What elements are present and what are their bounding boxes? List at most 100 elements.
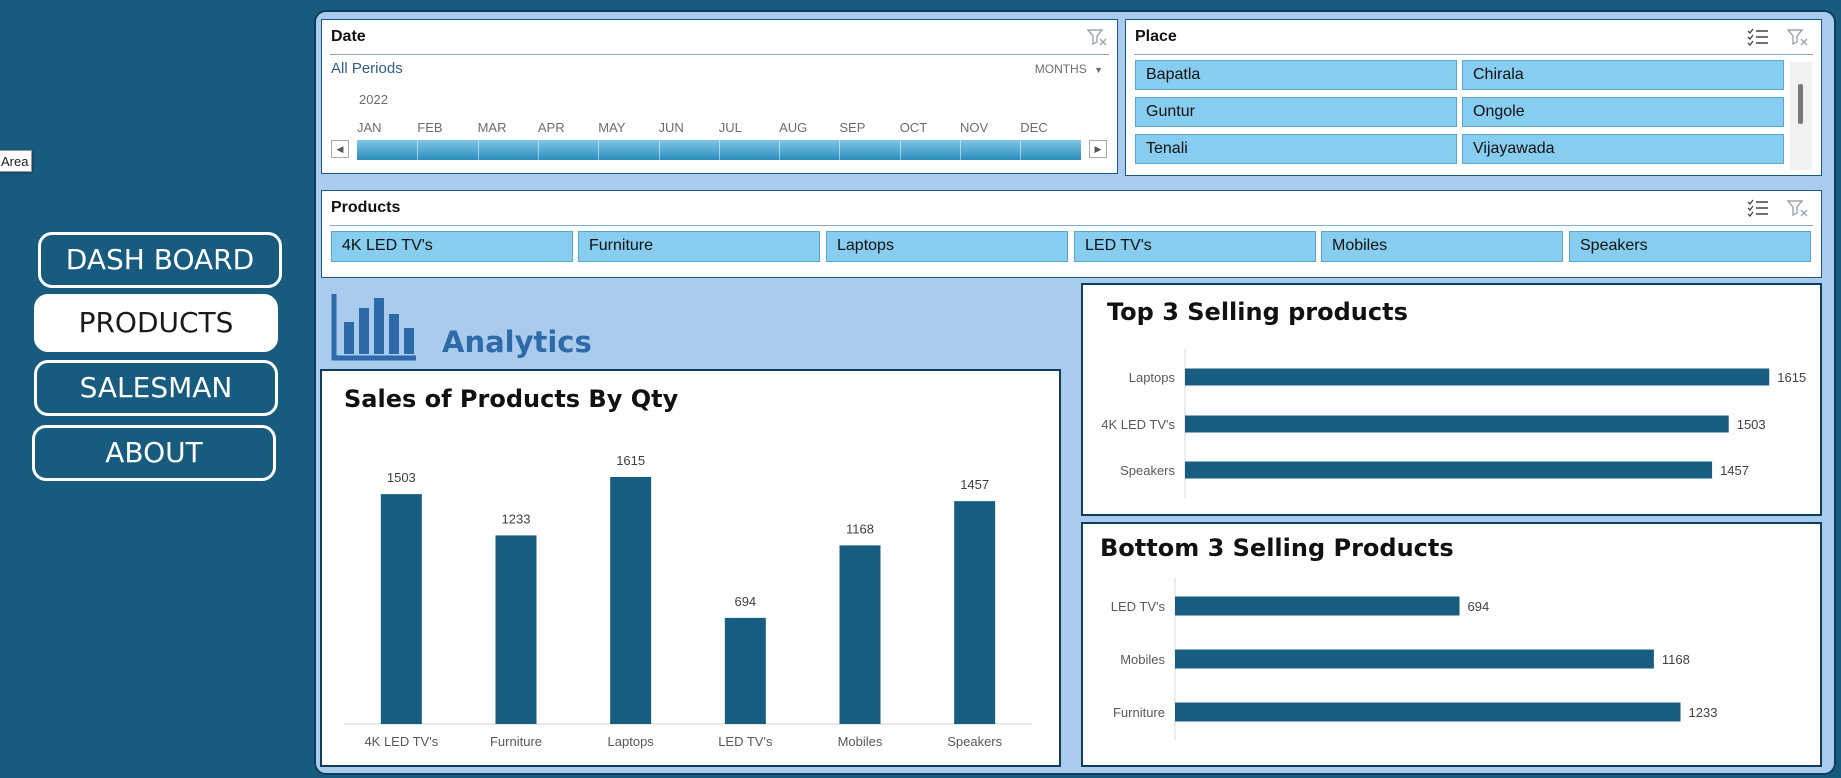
date-slicer-title: Date [331,28,366,45]
place-slicer: Place Bapatla Chirala Guntur Ongole Tena… [1125,19,1822,176]
month-tick [779,140,781,160]
time-level-label: MONTHS [1034,62,1087,76]
nav-products-button[interactable]: PRODUCTS [34,294,278,352]
place-chip[interactable]: Guntur [1135,97,1457,127]
month-tick [658,140,660,160]
month-tick [839,140,841,160]
place-slicer-divider [1134,54,1813,55]
clear-filter-icon[interactable] [1786,28,1809,51]
bar [495,535,537,724]
product-chip[interactable]: Laptops [826,231,1068,262]
analytics-logo-icon [330,292,418,367]
analytics-heading: Analytics [442,325,592,359]
tick-label: Speakers [947,734,1002,749]
place-chip[interactable]: Chirala [1462,60,1784,90]
date-slicer: Date All Periods MONTHS ▼ 2022 JAN FEB MAR… [321,19,1118,174]
product-chip[interactable]: 4K LED TV's [331,231,573,262]
month-label: AUG [779,120,808,135]
month-label: JUN [658,120,684,135]
data-label: 1503 [1737,417,1766,432]
bar [1185,415,1729,433]
bar [1175,649,1654,669]
bar [1175,702,1681,722]
nav-about-button[interactable]: ABOUT [32,425,276,481]
month-tick [960,140,961,160]
place-chip[interactable]: Bapatla [1135,60,1457,90]
month-label: DEC [1020,120,1048,135]
scrollbar-thumb[interactable] [1798,84,1803,124]
tick-label: Furniture [490,734,542,749]
month-label: MAY [598,120,626,135]
multi-select-icon[interactable] [1747,199,1769,222]
products-slicer-divider [330,225,1813,226]
month-tick [477,140,479,160]
tick-label: 4K LED TV's [364,734,438,749]
scrollbar[interactable] [1790,62,1812,170]
area-tag: Area [0,150,32,172]
nav-salesman-button[interactable]: SALESMAN [34,360,278,416]
month-tick [537,140,539,160]
data-label: 1457 [1720,463,1749,478]
month-tick [1020,140,1022,160]
tick-label: 4K LED TV's [1101,417,1175,432]
month-label: APR [537,120,565,135]
products-slicer-title: Products [331,199,401,216]
date-slicer-divider [330,54,1109,55]
top3-chart: 1615 Laptops 1503 4K LED TV's 1457 Speakers [1101,349,1806,498]
data-label: 1233 [502,511,531,526]
data-label: 1168 [1662,652,1690,667]
month-label: NOV [960,120,989,135]
clear-filter-icon[interactable] [1086,28,1107,51]
multi-select-icon[interactable] [1747,28,1769,51]
bar [1185,461,1713,479]
place-chip[interactable]: Ongole [1462,97,1784,127]
scroll-left-button[interactable]: ◀ [331,140,349,158]
data-label: 1457 [960,477,989,492]
scroll-right-button[interactable]: ▶ [1089,140,1107,158]
place-chip[interactable]: Vijayawada [1462,134,1784,164]
data-label: 1233 [1689,705,1718,720]
product-chip[interactable]: Furniture [578,231,820,262]
chevron-down-icon: ▼ [1094,65,1103,75]
nav-dashboard-button[interactable]: DASH BOARD [38,232,282,288]
month-tick [598,140,600,160]
month-label: MAR [477,120,507,135]
month-label: JAN [357,120,382,135]
data-label: 1168 [846,521,874,536]
bar [1185,368,1770,386]
place-slicer-title: Place [1135,28,1177,45]
bar [724,617,766,724]
sales-by-qty-chart: 1503 4K LED TV's 1233 Furniture 1615 Laptops 6… [344,453,1032,749]
tick-label: Laptops [608,734,655,749]
tick-label: Mobiles [1120,652,1165,667]
tick-label: LED TV's [718,734,773,749]
bottom3-card: Bottom 3 Selling Products 694 LED TV's 116… [1081,522,1822,767]
products-slicer: Products 4K LED TV's Furniture Laptops L… [321,190,1822,278]
sales-by-qty-card: Sales of Products By Qty 1503 4K LED TV's… [320,369,1061,767]
data-label: 694 [1468,599,1490,614]
top3-card: Top 3 Selling products 1615 Laptops 1503 4K… [1081,283,1822,516]
month-tick [417,140,419,160]
month-label: OCT [899,120,928,135]
tick-label: Furniture [1113,705,1165,720]
tick-label: Mobiles [838,734,883,749]
tick-label: LED TV's [1111,599,1166,614]
month-tick [718,140,720,160]
bar [839,545,881,724]
product-chip[interactable]: Speakers [1569,231,1811,262]
bar [1175,596,1460,616]
product-chip[interactable]: Mobiles [1321,231,1563,262]
data-label: 1503 [387,470,416,485]
data-label: 1615 [616,453,645,468]
month-label: JUL [718,120,742,135]
month-label: SEP [839,120,866,135]
data-label: 1615 [1777,370,1806,385]
tick-label: Laptops [1129,370,1176,385]
time-level-dropdown[interactable]: MONTHS ▼ [1035,62,1103,76]
place-chip[interactable]: Tenali [1135,134,1457,164]
bar [954,501,996,724]
month-tick [899,140,901,160]
clear-filter-icon[interactable] [1786,199,1809,222]
data-label: 694 [734,594,756,609]
product-chip[interactable]: LED TV's [1074,231,1316,262]
